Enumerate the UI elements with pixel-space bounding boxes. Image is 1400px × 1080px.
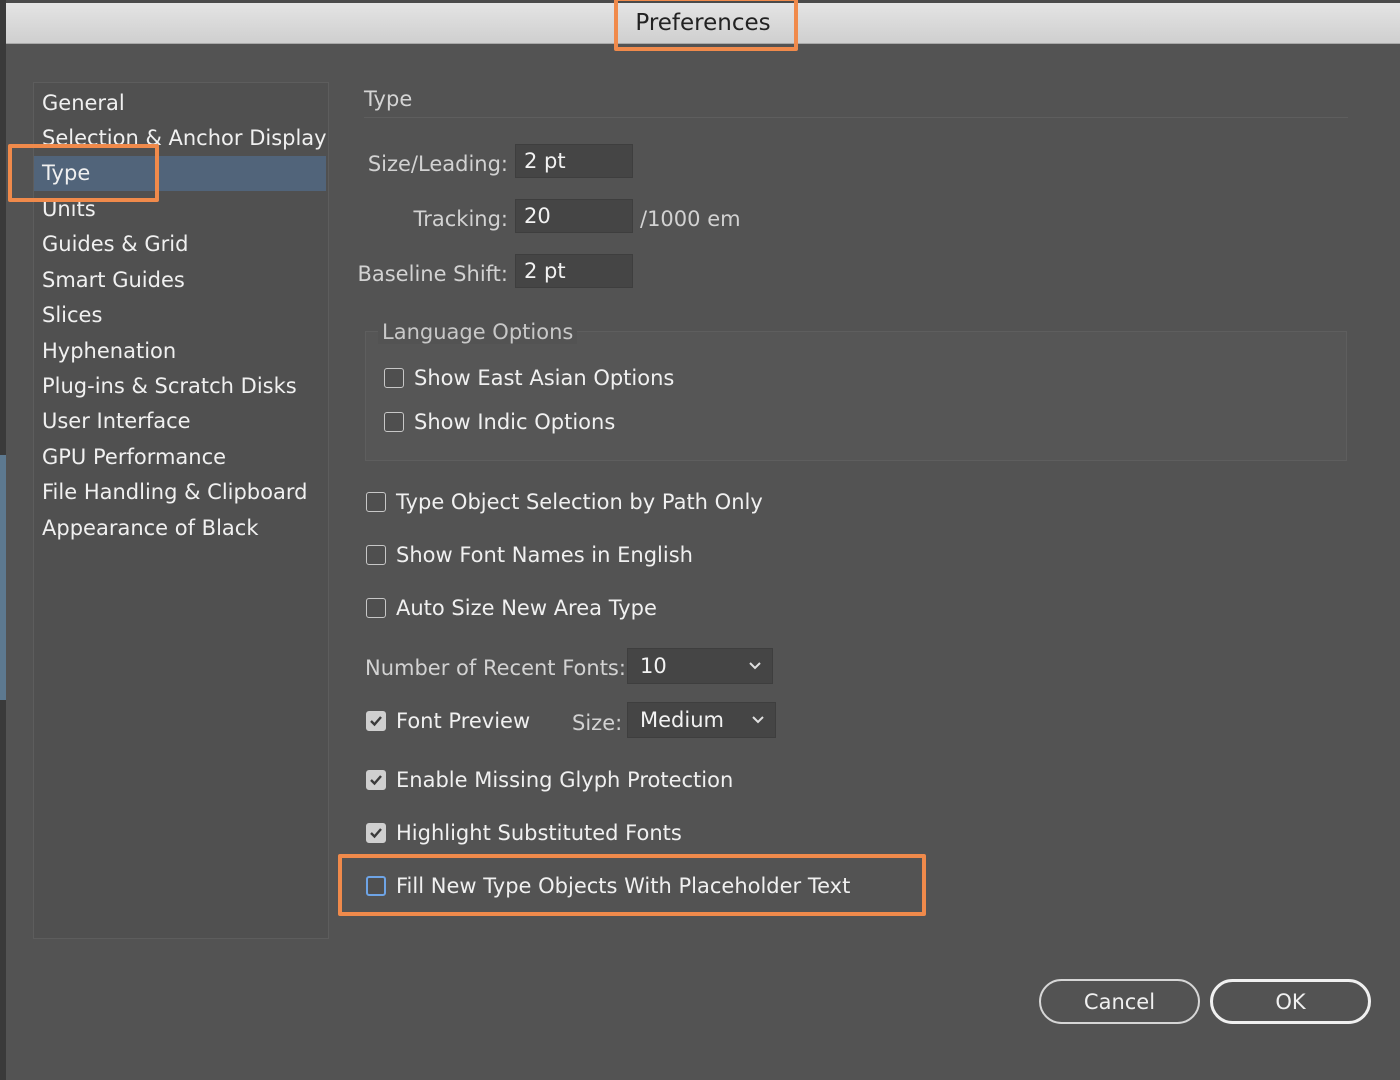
type-object-selection-label: Type Object Selection by Path Only	[396, 490, 763, 514]
language-options-group	[365, 331, 1347, 461]
sidebar-item-smart-guides[interactable]: Smart Guides	[34, 263, 326, 298]
sidebar-item-hyphenation[interactable]: Hyphenation	[34, 334, 326, 369]
font-preview-size-dropdown[interactable]: Medium	[627, 702, 776, 738]
language-options-title: Language Options	[378, 320, 578, 344]
font-preview-option[interactable]: Font Preview	[366, 706, 530, 736]
tracking-label: Tracking:	[413, 207, 509, 231]
show-east-asian-checkbox[interactable]	[384, 368, 404, 388]
sidebar-item-gpu-performance[interactable]: GPU Performance	[34, 440, 326, 475]
highlight-substituted-option[interactable]: Highlight Substituted Fonts	[366, 818, 682, 848]
show-indic-label: Show Indic Options	[414, 410, 616, 434]
type-object-selection-option[interactable]: Type Object Selection by Path Only	[366, 487, 763, 517]
show-indic-option[interactable]: Show Indic Options	[384, 407, 615, 437]
sidebar-item-general[interactable]: General	[34, 86, 326, 121]
show-indic-checkbox[interactable]	[384, 412, 404, 432]
font-preview-checkbox[interactable]	[366, 711, 386, 731]
auto-size-area-type-option[interactable]: Auto Size New Area Type	[366, 593, 657, 623]
missing-glyph-label: Enable Missing Glyph Protection	[396, 768, 734, 792]
missing-glyph-option[interactable]: Enable Missing Glyph Protection	[366, 765, 733, 795]
show-font-names-english-option[interactable]: Show Font Names in English	[366, 540, 693, 570]
size-leading-field[interactable]: 2 pt	[515, 144, 633, 178]
missing-glyph-checkbox[interactable]	[366, 770, 386, 790]
show-east-asian-label: Show East Asian Options	[414, 366, 675, 390]
chevron-down-icon	[748, 649, 762, 693]
font-preview-label: Font Preview	[396, 709, 531, 733]
checkmark-icon	[370, 716, 382, 727]
sidebar-item-user-interface[interactable]: User Interface	[34, 404, 326, 439]
sidebar-item-appearance-of-black[interactable]: Appearance of Black	[34, 511, 326, 546]
sidebar-item-guides-grid[interactable]: Guides & Grid	[34, 227, 326, 262]
sidebar-item-plugins-scratch-disks[interactable]: Plug-ins & Scratch Disks	[34, 369, 326, 404]
recent-fonts-value: 10	[640, 654, 667, 678]
type-object-selection-checkbox[interactable]	[366, 492, 386, 512]
baseline-shift-label: Baseline Shift:	[357, 262, 508, 286]
cancel-button[interactable]: Cancel	[1039, 979, 1200, 1024]
baseline-shift-field[interactable]: 2 pt	[515, 254, 633, 288]
show-east-asian-option[interactable]: Show East Asian Options	[384, 363, 674, 393]
show-font-names-english-checkbox[interactable]	[366, 545, 386, 565]
sidebar-item-slices[interactable]: Slices	[34, 298, 326, 333]
sidebar-type-highlight	[8, 144, 159, 202]
size-leading-label: Size/Leading:	[367, 152, 508, 176]
tracking-field[interactable]: 20	[515, 199, 633, 233]
auto-size-area-type-checkbox[interactable]	[366, 598, 386, 618]
highlight-substituted-checkbox[interactable]	[366, 823, 386, 843]
checkmark-icon	[370, 828, 382, 839]
font-preview-size-value: Medium	[640, 708, 724, 732]
auto-size-area-type-label: Auto Size New Area Type	[396, 596, 657, 620]
highlight-substituted-label: Highlight Substituted Fonts	[396, 821, 682, 845]
title-highlight	[614, 0, 798, 51]
sidebar-item-file-handling-clipboard[interactable]: File Handling & Clipboard	[34, 475, 326, 510]
show-font-names-english-label: Show Font Names in English	[396, 543, 693, 567]
ok-button[interactable]: OK	[1210, 979, 1371, 1024]
section-title: Type	[364, 87, 413, 111]
fill-placeholder-highlight	[338, 854, 926, 916]
recent-fonts-label: Number of Recent Fonts:	[365, 656, 626, 680]
preferences-sidebar: General Selection & Anchor Display Type …	[33, 82, 329, 939]
chevron-down-icon	[751, 703, 765, 747]
font-preview-size-label: Size:	[572, 711, 623, 735]
preferences-dialog: Preferences General Selection & Anchor D…	[6, 0, 1400, 1080]
checkmark-icon	[370, 775, 382, 786]
section-divider	[364, 117, 1348, 118]
recent-fonts-dropdown[interactable]: 10	[627, 648, 773, 684]
tracking-unit: /1000 em	[640, 207, 741, 231]
